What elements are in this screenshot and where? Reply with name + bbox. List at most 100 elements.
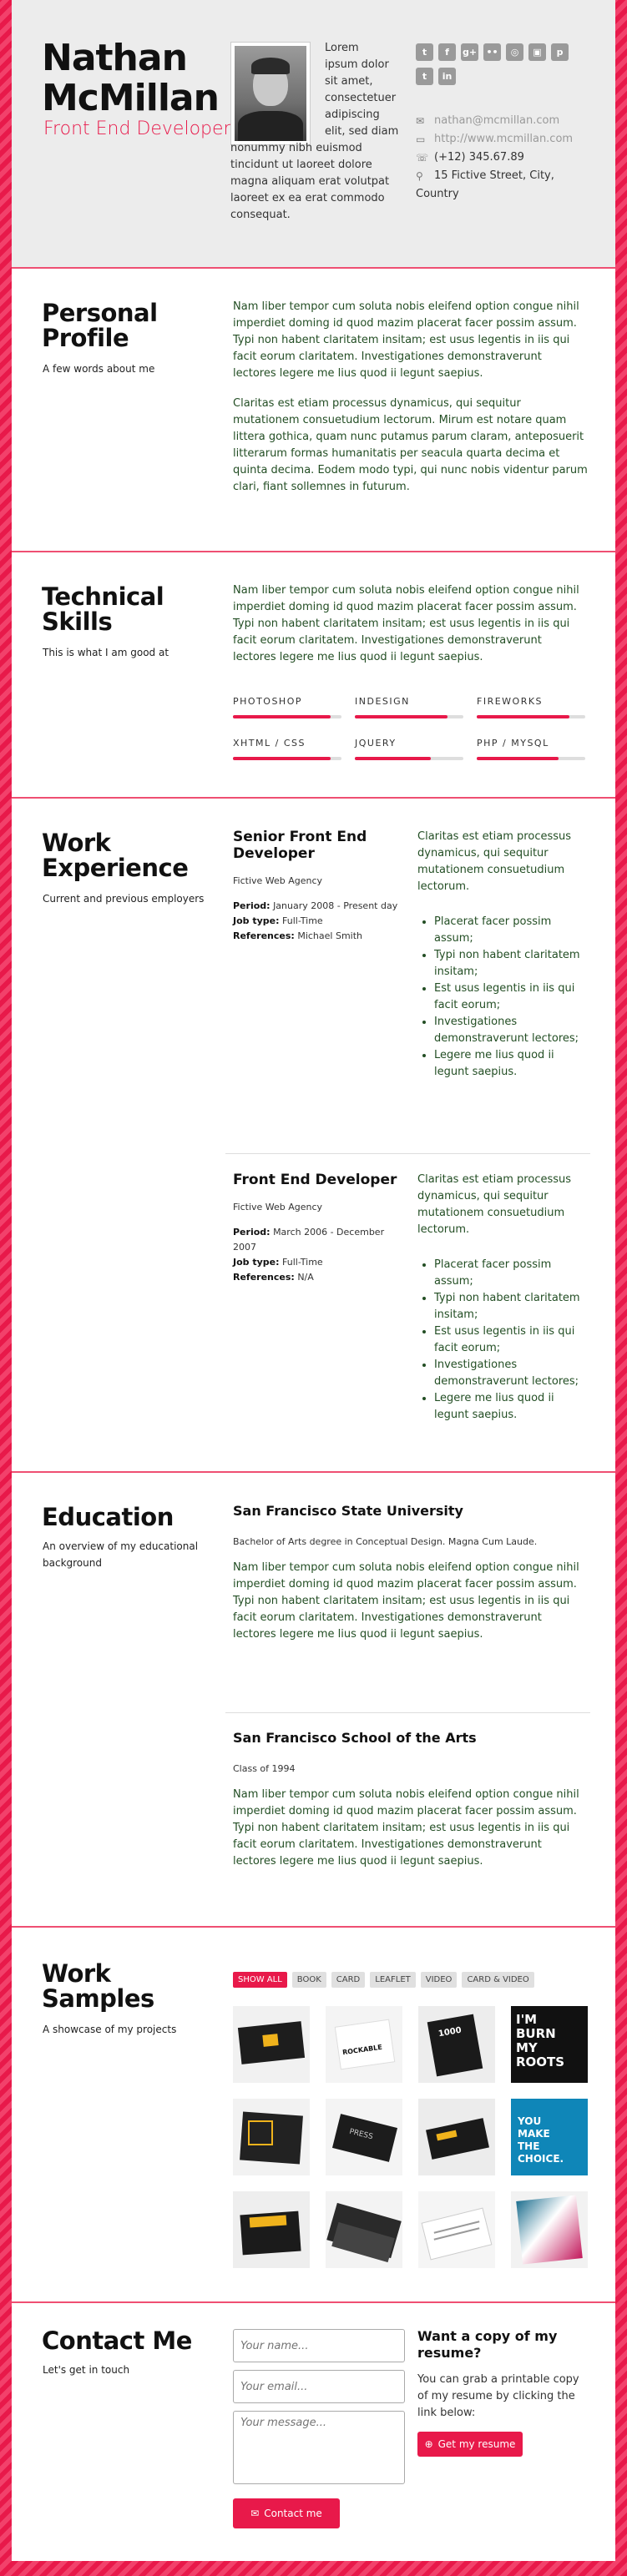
section-title: Technical Skills bbox=[42, 582, 164, 636]
section-title: Personal Profile bbox=[42, 299, 158, 352]
resume-box-title: Want a copy of my resume? bbox=[417, 2328, 558, 2361]
job-title: Senior Front End Developer bbox=[233, 829, 367, 862]
bio-full: nonummy nibh euismod tincidunt ut laoree… bbox=[230, 142, 390, 221]
portfolio-filters: SHOW ALL BOOK CARD LEAFLET VIDEO CARD & … bbox=[233, 1972, 534, 1988]
skill-photoshop: PHOTOSHOP bbox=[233, 696, 341, 718]
address: 15 Fictive Street, City, Country bbox=[416, 169, 554, 200]
message-field[interactable] bbox=[233, 2411, 405, 2484]
website-row: ▭ http://www.mcmillan.com bbox=[416, 130, 599, 149]
job-entry: Front End Developer Fictive Web Agency P… bbox=[233, 1172, 400, 1285]
profile-paragraph-2: Claritas est etiam processus dynamicus, … bbox=[233, 397, 588, 493]
section-title: Education bbox=[42, 1503, 174, 1531]
name-first: Nathan bbox=[42, 37, 188, 79]
portfolio-thumb[interactable] bbox=[233, 2099, 310, 2175]
bio-side: Lorem ipsum dolor sit amet, consectetuer… bbox=[325, 42, 399, 138]
school-entry: San Francisco School of the Arts Class o… bbox=[233, 1730, 588, 1870]
envelope-icon: ✉ bbox=[250, 2508, 260, 2519]
list-item: Placerat facer possim assum; bbox=[434, 1257, 584, 1290]
job-references: References: Michael Smith bbox=[233, 930, 362, 941]
school-name: San Francisco School of the Arts bbox=[233, 1730, 477, 1746]
linkedin-icon[interactable]: in bbox=[438, 68, 456, 85]
portfolio-thumb[interactable]: 1000 bbox=[418, 2006, 495, 2083]
portfolio-thumb[interactable] bbox=[511, 2191, 588, 2268]
list-item: Legere me lius quod ii legunt saepius. bbox=[434, 1390, 584, 1424]
email-row: ✉ nathan@mcmillan.com bbox=[416, 112, 599, 130]
envelope-icon: ✉ bbox=[416, 115, 425, 127]
contact-me-button[interactable]: ✉ Contact me bbox=[233, 2498, 340, 2528]
section-title: Work Experience bbox=[42, 829, 189, 882]
portfolio-thumb[interactable] bbox=[233, 2191, 310, 2268]
facebook-icon[interactable]: f bbox=[438, 43, 456, 61]
job-desc-text: Claritas est etiam processus dynamicus, … bbox=[417, 830, 572, 893]
profile-section: Personal Profile A few words about me Na… bbox=[12, 269, 615, 552]
job-period: Period: January 2008 - Present day bbox=[233, 900, 398, 911]
dribbble-icon[interactable]: ◎ bbox=[506, 43, 523, 61]
section-subtitle: A few words about me bbox=[43, 363, 155, 375]
tumblr-icon[interactable]: t bbox=[416, 68, 433, 85]
job-entry: Senior Front End Developer Fictive Web A… bbox=[233, 829, 400, 944]
filter-show-all[interactable]: SHOW ALL bbox=[233, 1972, 287, 1988]
flickr-icon[interactable]: •• bbox=[483, 43, 501, 61]
job-title: Front End Developer bbox=[233, 1172, 397, 1188]
profile-photo bbox=[230, 42, 311, 145]
instagram-icon[interactable]: ▣ bbox=[528, 43, 546, 61]
job-desc-text: Claritas est etiam processus dynamicus, … bbox=[417, 1173, 572, 1236]
header-section: Nathan McMillan Front End Developer Lore… bbox=[12, 0, 615, 269]
job-bullets: Placerat facer possim assum; Typi non ha… bbox=[417, 1257, 584, 1424]
section-subtitle: An overview of my educational background bbox=[43, 1540, 199, 1569]
filter-card[interactable]: CARD bbox=[331, 1972, 366, 1988]
job-description: Claritas est etiam processus dynamicus, … bbox=[417, 1172, 584, 1424]
filter-leaflet[interactable]: LEAFLET bbox=[370, 1972, 416, 1988]
portfolio-thumb[interactable]: PRESS bbox=[326, 2099, 402, 2175]
skill-fireworks: FIREWORKS bbox=[477, 696, 585, 718]
school-degree: Bachelor of Arts degree in Conceptual De… bbox=[233, 1536, 538, 1547]
person-name: Nathan McMillan bbox=[42, 37, 220, 118]
job-type: Job type: Full-Time bbox=[233, 915, 323, 926]
website-link[interactable]: http://www.mcmillan.com bbox=[434, 130, 573, 149]
school-text: Nam liber tempor cum soluta nobis eleife… bbox=[233, 1561, 579, 1641]
portfolio-thumb[interactable] bbox=[418, 2099, 495, 2175]
portfolio-thumb[interactable]: YOU MAKE THE CHOICE. bbox=[511, 2099, 588, 2175]
email-field[interactable] bbox=[233, 2370, 405, 2403]
job-divider bbox=[225, 1153, 590, 1154]
skill-indesign: INDESIGN bbox=[355, 696, 463, 718]
portfolio-thumb[interactable]: I'M BURN MY ROOTS bbox=[511, 2006, 588, 2083]
portfolio-thumb[interactable] bbox=[326, 2191, 402, 2268]
school-entry: San Francisco State University Bachelor … bbox=[233, 1503, 588, 1643]
twitter-icon[interactable]: t bbox=[416, 43, 433, 61]
school-text: Nam liber tempor cum soluta nobis eleife… bbox=[233, 1788, 579, 1868]
section-title: Contact Me bbox=[42, 2326, 192, 2355]
section-title: Work Samples bbox=[42, 1959, 154, 2013]
resume-box-text: You can grab a printable copy of my resu… bbox=[417, 2373, 579, 2419]
filter-card-video[interactable]: CARD & VIDEO bbox=[462, 1972, 534, 1988]
contact-info: ✉ nathan@mcmillan.com ▭ http://www.mcmil… bbox=[416, 112, 599, 204]
section-subtitle: Let's get in touch bbox=[43, 2364, 130, 2376]
resume-page: Nathan McMillan Front End Developer Lore… bbox=[12, 0, 615, 2561]
phone-number: (+12) 345.67.89 bbox=[434, 151, 524, 164]
school-divider bbox=[225, 1712, 590, 1713]
section-subtitle: A showcase of my projects bbox=[43, 2024, 177, 2035]
profile-paragraph-1: Nam liber tempor cum soluta nobis eleife… bbox=[233, 300, 579, 380]
job-period: Period: March 2006 - December 2007 bbox=[233, 1227, 385, 1253]
get-resume-button[interactable]: ⊕ Get my resume bbox=[417, 2432, 523, 2457]
portfolio-thumb[interactable]: ROCKABLE bbox=[326, 2006, 402, 2083]
job-description: Claritas est etiam processus dynamicus, … bbox=[417, 829, 584, 1081]
email-link[interactable]: nathan@mcmillan.com bbox=[434, 112, 559, 130]
skill-php-mysql: PHP / MYSQL bbox=[477, 738, 585, 760]
list-item: Placerat facer possim assum; bbox=[434, 914, 584, 947]
work-section: Work Experience Current and previous emp… bbox=[12, 799, 615, 1473]
filter-video[interactable]: VIDEO bbox=[420, 1972, 458, 1988]
filter-book[interactable]: BOOK bbox=[291, 1972, 326, 1988]
google-plus-icon[interactable]: g+ bbox=[461, 43, 478, 61]
job-company: Fictive Web Agency bbox=[233, 1202, 323, 1212]
pinterest-icon[interactable]: p bbox=[551, 43, 569, 61]
laptop-icon: ▭ bbox=[416, 134, 426, 145]
portfolio-thumb[interactable] bbox=[233, 2006, 310, 2083]
name-field[interactable] bbox=[233, 2329, 405, 2362]
job-role: Front End Developer bbox=[43, 118, 231, 139]
contact-me-label: Contact me bbox=[264, 2508, 322, 2519]
portfolio-thumb[interactable] bbox=[418, 2191, 495, 2268]
phone-row: ☏ (+12) 345.67.89 bbox=[416, 149, 599, 167]
job-bullets: Placerat facer possim assum; Typi non ha… bbox=[417, 914, 584, 1081]
list-item: Legere me lius quod ii legunt saepius. bbox=[434, 1047, 584, 1081]
